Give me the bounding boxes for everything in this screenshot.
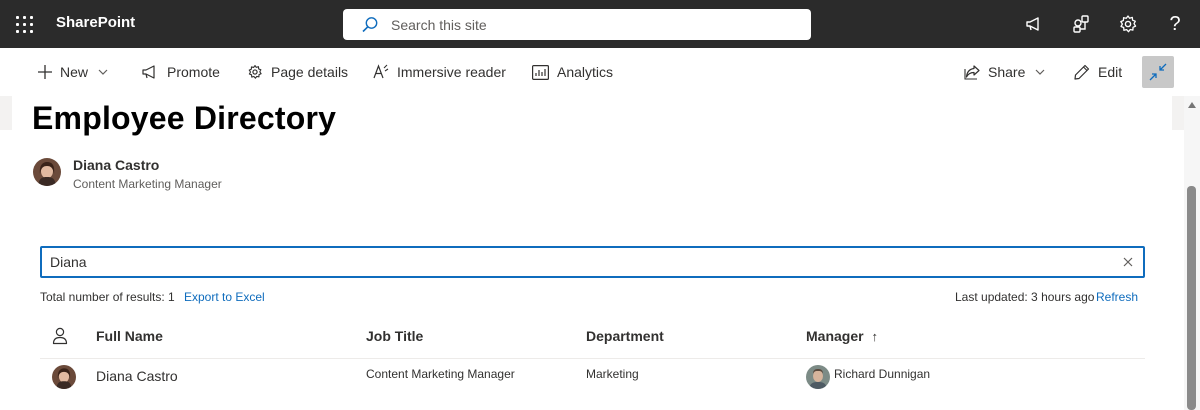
left-gutter: [0, 96, 12, 130]
edit-button[interactable]: Edit: [1074, 62, 1122, 82]
avatar[interactable]: [33, 158, 61, 186]
cell-full-name[interactable]: Diana Castro: [96, 368, 178, 384]
column-header-department[interactable]: Department: [586, 328, 664, 344]
last-updated: Last updated: 3 hours ago: [955, 290, 1095, 304]
analytics-button[interactable]: Analytics: [532, 62, 613, 82]
immersive-reader-icon: [373, 64, 389, 79]
column-header-manager-label: Manager: [806, 328, 864, 344]
manager-avatar[interactable]: [806, 365, 830, 389]
immersive-reader-button[interactable]: Immersive reader: [373, 62, 506, 82]
author-title: Content Marketing Manager: [73, 177, 222, 191]
search-value: Diana: [50, 254, 87, 270]
pencil-icon: [1074, 64, 1090, 80]
results-count: Total number of results: 1: [40, 290, 175, 304]
directory-search-input[interactable]: Diana: [40, 246, 1145, 278]
gear-icon: [248, 65, 262, 79]
cell-department: Marketing: [586, 367, 639, 381]
analytics-label: Analytics: [557, 64, 614, 80]
share-label: Share: [988, 64, 1026, 80]
chevron-down-icon: [98, 69, 108, 75]
megaphone-icon: [142, 65, 155, 79]
page-title: Employee Directory: [32, 100, 337, 136]
immersive-reader-label: Immersive reader: [397, 64, 506, 80]
page-details-label: Page details: [271, 64, 349, 80]
share-icon: [964, 64, 980, 80]
new-label: New: [60, 64, 89, 80]
search-icon: [362, 17, 378, 33]
edit-label: Edit: [1098, 64, 1123, 80]
sharepoint-app-icon[interactable]: [1069, 12, 1093, 36]
waffle-icon[interactable]: [0, 0, 48, 48]
megaphone-icon[interactable]: [1022, 12, 1046, 36]
cell-manager[interactable]: Richard Dunnigan: [834, 367, 930, 381]
column-header-job-title[interactable]: Job Title: [366, 328, 423, 344]
header-divider: [40, 358, 1145, 359]
site-search-box[interactable]: Search this site: [343, 9, 811, 40]
search-placeholder: Search this site: [391, 17, 487, 33]
plus-icon: [38, 65, 52, 79]
collapse-button[interactable]: [1142, 56, 1174, 88]
avatar[interactable]: [52, 365, 76, 389]
app-brand[interactable]: SharePoint: [56, 14, 135, 31]
collapse-icon: [1149, 63, 1167, 81]
column-header-full-name[interactable]: Full Name: [96, 328, 163, 344]
cell-job-title: Content Marketing Manager: [366, 367, 515, 381]
suite-bar: SharePoint Search this site ?: [0, 0, 1200, 48]
refresh-link[interactable]: Refresh: [1096, 290, 1138, 304]
gear-icon[interactable]: [1116, 12, 1140, 36]
page-details-button[interactable]: Page details: [247, 62, 348, 82]
chevron-down-icon: [1035, 69, 1045, 75]
scroll-up-arrow[interactable]: [1188, 102, 1196, 108]
analytics-icon: [532, 64, 549, 80]
author-name[interactable]: Diana Castro: [73, 157, 159, 173]
scrollbar-thumb[interactable]: [1187, 186, 1196, 410]
person-icon: [52, 327, 68, 345]
sort-ascending-icon: ↑: [871, 329, 878, 344]
clear-icon[interactable]: [1121, 255, 1135, 269]
command-bar: New Promote Page details Immersive reade…: [0, 48, 1200, 96]
new-button[interactable]: New: [38, 62, 108, 82]
export-to-excel-link[interactable]: Export to Excel: [184, 290, 265, 304]
promote-button[interactable]: Promote: [142, 62, 220, 82]
column-header-manager[interactable]: Manager ↑: [806, 328, 878, 344]
right-gutter: [1172, 96, 1184, 130]
help-icon[interactable]: ?: [1163, 12, 1187, 36]
promote-label: Promote: [167, 64, 220, 80]
share-button[interactable]: Share: [964, 62, 1045, 82]
